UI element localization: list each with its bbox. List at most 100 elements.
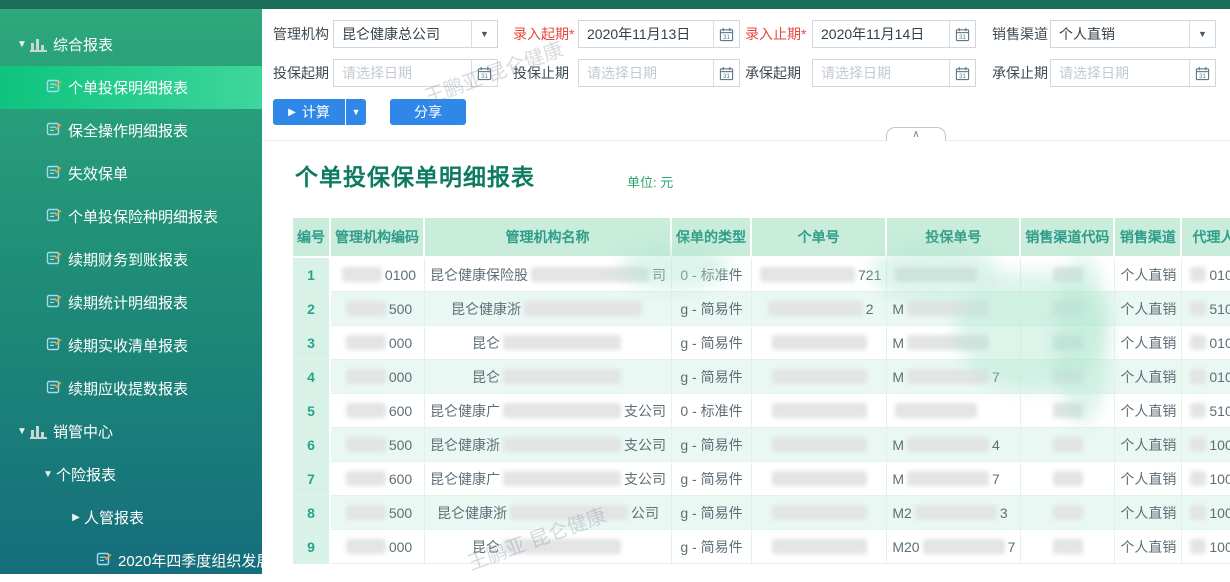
- cell-channel: 个人直销: [1115, 496, 1182, 530]
- table-row[interactable]: 5600昆仑健康广支公司0 - 标准件个人直销5100: [293, 394, 1230, 428]
- share-button[interactable]: 分享: [390, 99, 466, 125]
- calculate-button[interactable]: ▶ 计算: [273, 99, 345, 125]
- calendar-button[interactable]: 31: [713, 60, 739, 86]
- top-bar: [0, 0, 1230, 9]
- redacted-value: [772, 369, 867, 384]
- cell-channel: 个人直销: [1115, 462, 1182, 496]
- underwrite-start-date[interactable]: 请选择日期31: [812, 59, 976, 87]
- redacted-value: [346, 301, 386, 316]
- sidebar-item-renewal-statistics-detail[interactable]: 续期统计明细报表: [0, 281, 262, 324]
- bar-chart-icon: [30, 37, 47, 52]
- org-select[interactable]: 昆仑健康总公司▼: [333, 20, 498, 48]
- share-button-label: 分享: [414, 102, 442, 122]
- redacted-value: [531, 267, 649, 282]
- cell-channel_code: [1021, 428, 1115, 462]
- calculate-dropdown-button[interactable]: ▼: [346, 99, 366, 125]
- cell-org_code: 500: [331, 428, 425, 462]
- calendar-button[interactable]: 31: [1189, 60, 1215, 86]
- collapse-filters-tab[interactable]: ∧: [886, 127, 946, 141]
- sidebar-item-comprehensive-reports[interactable]: ▼综合报表: [0, 23, 262, 66]
- redacted-value: [1190, 471, 1206, 486]
- redacted-value: [907, 437, 989, 452]
- dropdown-toggle[interactable]: ▼: [471, 21, 497, 47]
- table-row[interactable]: 8500昆仑健康浙公司g - 简易件M23个人直销100: [293, 496, 1230, 530]
- cell-channel: 个人直销: [1115, 394, 1182, 428]
- redacted-value: [346, 539, 386, 554]
- apply-start-date[interactable]: 请选择日期31: [333, 59, 498, 87]
- redacted-value: [346, 471, 386, 486]
- calendar-button[interactable]: 31: [949, 60, 975, 86]
- play-icon: ▶: [288, 107, 296, 118]
- cell-no: 9: [293, 530, 331, 564]
- cell-app_no: M7: [887, 360, 1021, 394]
- sidebar-item-renewal-finance-arrival[interactable]: 续期财务到账报表: [0, 238, 262, 281]
- table-row[interactable]: 6500昆仑健康浙支公司g - 简易件M4个人直销100: [293, 428, 1230, 462]
- sidebar-item-sales-center[interactable]: ▼销管中心: [0, 410, 262, 453]
- column-header-policy_no: 个单号: [752, 218, 887, 258]
- redacted-value: [524, 301, 642, 316]
- calculate-button-label: 计算: [302, 102, 330, 122]
- cell-policy_no: [752, 428, 887, 462]
- table-row[interactable]: 10100昆仑健康保险股司0 - 标准件721个人直销0100: [293, 258, 1230, 292]
- cell-type: g - 简易件: [672, 326, 752, 360]
- sidebar-item-renewal-actual-receipt[interactable]: 续期实收清单报表: [0, 324, 262, 367]
- redacted-value: [760, 267, 855, 282]
- svg-text:31: 31: [481, 73, 488, 80]
- dropdown-toggle[interactable]: ▼: [1189, 21, 1215, 47]
- calendar-button[interactable]: 31: [949, 21, 975, 47]
- redacted-value: [346, 369, 386, 384]
- sidebar-item-label: 失效保单: [68, 163, 128, 184]
- chevron-collapsed-icon: ▶: [68, 512, 84, 523]
- redacted-value: [1190, 437, 1206, 452]
- entry-start-date-value: 2020年11月13日: [579, 21, 713, 47]
- cell-channel: 个人直销: [1115, 360, 1182, 394]
- redacted-value: [895, 403, 977, 418]
- underwrite-end-date-label: 承保止期: [992, 59, 1048, 87]
- sidebar-item-individual-reports[interactable]: ▼个险报表: [0, 453, 262, 496]
- calendar-icon: 31: [719, 66, 734, 81]
- redacted-value: [1053, 539, 1083, 554]
- sidebar-item-label: 2020年四季度组织发展: [118, 550, 271, 571]
- cell-channel: 个人直销: [1115, 428, 1182, 462]
- sidebar-item-renewal-receivable[interactable]: 续期应收提数报表: [0, 367, 262, 410]
- column-header-channel: 销售渠道: [1115, 218, 1182, 258]
- cell-agent: 0100: [1182, 258, 1230, 292]
- sidebar-item-lapsed-policies[interactable]: 失效保单: [0, 152, 262, 195]
- redacted-value: [772, 505, 867, 520]
- cell-channel_code: [1021, 360, 1115, 394]
- entry-start-date[interactable]: 2020年11月13日 31: [578, 20, 740, 48]
- cell-agent: 0100: [1182, 360, 1230, 394]
- sidebar-item-label: 保全操作明细报表: [68, 120, 188, 141]
- calendar-icon: 31: [719, 27, 734, 42]
- cell-no: 3: [293, 326, 331, 360]
- redacted-value: [1190, 505, 1206, 520]
- redacted-value: [772, 335, 867, 350]
- sidebar-item-preservation-detail[interactable]: 保全操作明细报表: [0, 109, 262, 152]
- cell-app_no: M: [887, 292, 1021, 326]
- table-row[interactable]: 9000昆仑g - 简易件M207个人直销100: [293, 530, 1230, 564]
- cell-no: 1: [293, 258, 331, 292]
- underwrite-end-date[interactable]: 请选择日期31: [1050, 59, 1216, 87]
- sidebar-item-individual-policy-detail[interactable]: 个单投保明细报表: [0, 66, 262, 109]
- sidebar-item-individual-coverage-detail[interactable]: 个单投保险种明细报表: [0, 195, 262, 238]
- table-row[interactable]: 3000昆仑g - 简易件M个人直销0100: [293, 326, 1230, 360]
- cell-channel: 个人直销: [1115, 530, 1182, 564]
- table-row[interactable]: 7600昆仑健康广支公司g - 简易件M7个人直销100: [293, 462, 1230, 496]
- cell-org_code: 000: [331, 326, 425, 360]
- redacted-value: [895, 267, 977, 282]
- table-row[interactable]: 4000昆仑g - 简易件M7个人直销0100: [293, 360, 1230, 394]
- apply-end-date[interactable]: 请选择日期31: [578, 59, 740, 87]
- table-row[interactable]: 2500昆仑健康浙g - 简易件2M个人直销5100: [293, 292, 1230, 326]
- calendar-button[interactable]: 31: [471, 60, 497, 86]
- sidebar-item-people-mgmt-reports[interactable]: ▶人管报表: [0, 496, 262, 539]
- table-header-row: 编号管理机构编码管理机构名称保单的类型个单号投保单号销售渠道代码销售渠道代理人: [293, 218, 1230, 258]
- report-table-container: 编号管理机构编码管理机构名称保单的类型个单号投保单号销售渠道代码销售渠道代理人1…: [293, 218, 1230, 564]
- calendar-button[interactable]: 31: [713, 21, 739, 47]
- redacted-value: [1053, 369, 1083, 384]
- sidebar-item-2020-q4-org-development[interactable]: 2020年四季度组织发展: [0, 539, 262, 582]
- redacted-value: [1053, 471, 1083, 486]
- sales-channel-select[interactable]: 个人直销▼: [1050, 20, 1216, 48]
- cell-org_name: 昆仑健康保险股司: [425, 258, 672, 292]
- sidebar-item-label: 销管中心: [53, 421, 113, 442]
- entry-end-date[interactable]: 2020年11月14日31: [812, 20, 976, 48]
